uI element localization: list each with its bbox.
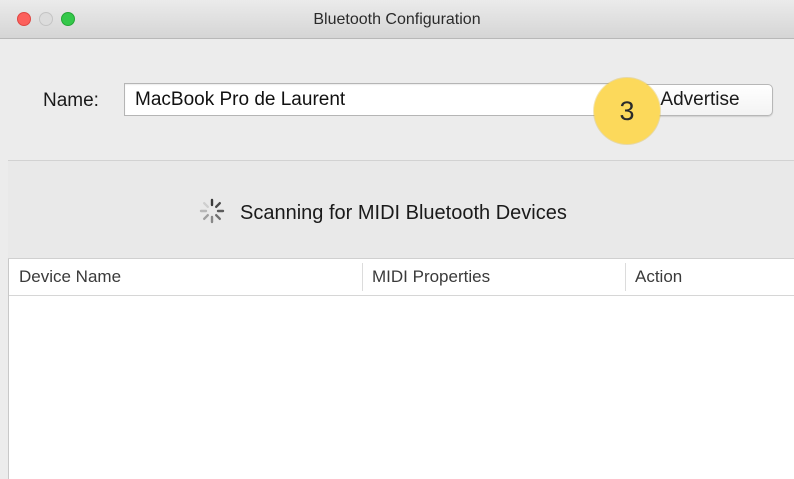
name-section: Name: Advertise 3 (8, 39, 794, 161)
column-header-action[interactable]: Action (625, 263, 794, 291)
window-title: Bluetooth Configuration (313, 11, 481, 28)
bluetooth-configuration-window: Bluetooth Configuration Name: Advertise … (0, 0, 794, 479)
title-bar[interactable]: Bluetooth Configuration (0, 0, 794, 39)
step-number-badge: 3 (594, 78, 660, 144)
name-input[interactable] (124, 83, 610, 116)
scan-status-text: Scanning for MIDI Bluetooth Devices (240, 202, 567, 224)
table-header: Device Name MIDI Properties Action (9, 259, 794, 296)
column-header-device-name[interactable]: Device Name (19, 259, 359, 295)
devices-table[interactable]: Device Name MIDI Properties Action (8, 259, 794, 479)
name-label: Name: (43, 90, 99, 111)
devices-table-body[interactable] (9, 296, 794, 479)
spinner-icon (199, 198, 225, 224)
column-header-midi-properties[interactable]: MIDI Properties (362, 263, 624, 291)
scan-status-section: Scanning for MIDI Bluetooth Devices (8, 161, 794, 259)
